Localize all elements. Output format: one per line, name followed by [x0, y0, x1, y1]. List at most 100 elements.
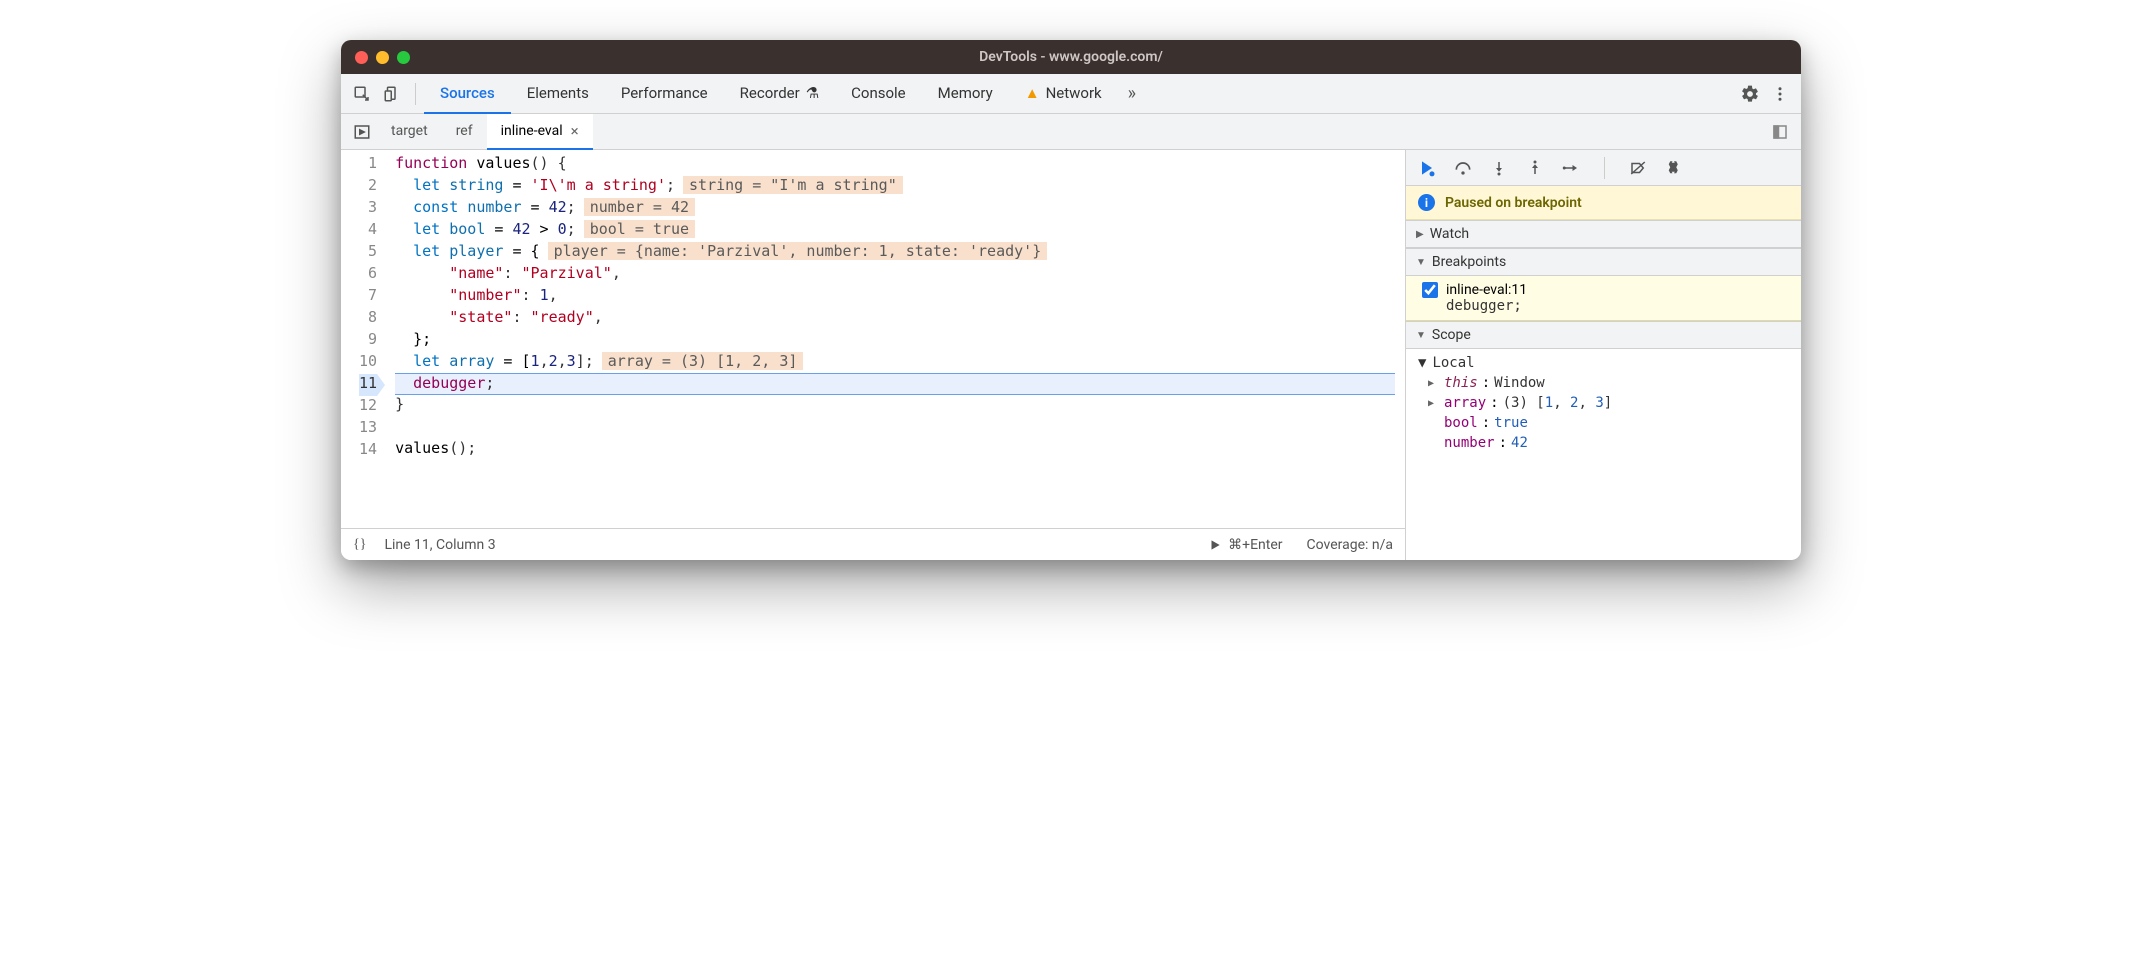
filetab-label: ref: [456, 123, 473, 139]
scope-key: number: [1444, 435, 1495, 451]
code-line[interactable]: const number = 42;number = 42: [395, 198, 1395, 220]
close-icon[interactable]: ×: [571, 122, 579, 140]
line-number[interactable]: 5: [359, 242, 377, 264]
code-line[interactable]: let bool = 42 > 0;bool = true: [395, 220, 1395, 242]
chevron-down-icon: ▼: [1416, 257, 1426, 268]
watch-label: Watch: [1430, 226, 1469, 242]
line-number[interactable]: 6: [359, 264, 377, 286]
code-line[interactable]: }: [395, 395, 1395, 417]
code-line[interactable]: [395, 417, 1395, 439]
step-over-icon[interactable]: [1452, 157, 1474, 179]
code-line[interactable]: let player = {player = {name: 'Parzival'…: [395, 242, 1395, 264]
scope-key: this: [1444, 375, 1478, 391]
info-icon: i: [1418, 194, 1435, 211]
settings-icon[interactable]: [1735, 74, 1765, 114]
local-scope-header[interactable]: ▼ Local: [1418, 353, 1795, 373]
filetab-label: inline-eval: [501, 123, 563, 139]
line-gutter[interactable]: 1234567891011121314: [341, 150, 387, 528]
line-number[interactable]: 7: [359, 286, 377, 308]
debugger-sidebar: i Paused on breakpoint ▶ Watch ▼ Breakpo…: [1406, 150, 1801, 560]
kebab-menu-icon[interactable]: [1765, 74, 1795, 114]
pretty-print-icon[interactable]: {}: [353, 537, 366, 553]
scope-row-number[interactable]: number: 42: [1418, 433, 1795, 453]
code-line[interactable]: "state": "ready",: [395, 308, 1395, 330]
device-toggle-icon[interactable]: [377, 74, 407, 114]
line-number[interactable]: 13: [359, 418, 377, 440]
resume-icon[interactable]: [1416, 157, 1438, 179]
scope-value: Window: [1494, 375, 1545, 391]
tab-recorder[interactable]: Recorder⚗: [724, 74, 836, 114]
more-tabs-icon[interactable]: »: [1118, 83, 1146, 104]
tab-console[interactable]: Console: [835, 74, 922, 114]
breakpoint-item[interactable]: inline-eval:11 debugger;: [1406, 276, 1801, 321]
inline-value: string = "I'm a string": [683, 176, 903, 194]
tab-label: Elements: [527, 84, 589, 102]
line-number[interactable]: 2: [359, 176, 377, 198]
tab-sources[interactable]: Sources: [424, 74, 511, 114]
paused-banner: i Paused on breakpoint: [1406, 186, 1801, 220]
code-line[interactable]: values();: [395, 439, 1395, 461]
breakpoints-label: Breakpoints: [1432, 254, 1506, 270]
devtools-window: DevTools - www.google.com/ SourcesElemen…: [341, 40, 1801, 560]
line-number[interactable]: 10: [359, 352, 377, 374]
deactivate-breakpoints-icon[interactable]: [1627, 157, 1649, 179]
filetab-inline-eval[interactable]: inline-eval ×: [487, 114, 593, 150]
local-label: Local: [1432, 355, 1474, 371]
tab-label: Performance: [621, 84, 708, 102]
code-line[interactable]: };: [395, 330, 1395, 352]
chevron-right-icon: ▶: [1428, 378, 1440, 389]
show-navigator-icon[interactable]: [347, 112, 377, 152]
cursor-position: Line 11, Column 3: [384, 537, 495, 553]
line-number[interactable]: 3: [359, 198, 377, 220]
scope-key: array: [1444, 395, 1486, 411]
scope-row-array[interactable]: ▶ array: (3) [1, 2, 3]: [1418, 393, 1795, 413]
line-number[interactable]: 1: [359, 154, 377, 176]
scope-value: true: [1494, 415, 1528, 431]
line-number[interactable]: 14: [359, 440, 377, 462]
line-number[interactable]: 8: [359, 308, 377, 330]
line-number[interactable]: 11: [359, 374, 377, 396]
tab-network[interactable]: ▲Network: [1009, 74, 1118, 114]
code-editor[interactable]: 1234567891011121314 function values() { …: [341, 150, 1405, 528]
editor-statusbar: {} Line 11, Column 3 ⌘+Enter Coverage: n…: [341, 528, 1405, 560]
code-line[interactable]: "number": 1,: [395, 286, 1395, 308]
scope-row-this[interactable]: ▶ this: Window: [1418, 373, 1795, 393]
step-into-icon[interactable]: [1488, 157, 1510, 179]
code-line[interactable]: debugger;: [395, 373, 1395, 395]
lab-icon: ⚗: [806, 84, 819, 102]
code-line[interactable]: let string = 'I\'m a string';string = "I…: [395, 176, 1395, 198]
scope-panel-header[interactable]: ▼ Scope: [1406, 321, 1801, 349]
line-number[interactable]: 12: [359, 396, 377, 418]
tab-performance[interactable]: Performance: [605, 74, 724, 114]
code-line[interactable]: let array = [1,2,3];array = (3) [1, 2, 3…: [395, 352, 1395, 374]
tab-elements[interactable]: Elements: [511, 74, 605, 114]
scope-row-bool[interactable]: bool: true: [1418, 413, 1795, 433]
breakpoint-snippet: debugger;: [1422, 298, 1791, 314]
watch-panel-header[interactable]: ▶ Watch: [1406, 220, 1801, 248]
tab-label: Console: [851, 84, 906, 102]
tab-memory[interactable]: Memory: [922, 74, 1009, 114]
step-icon[interactable]: [1560, 157, 1582, 179]
maximize-editor-icon[interactable]: [1765, 112, 1795, 152]
filetab-ref[interactable]: ref: [442, 114, 487, 150]
code-content[interactable]: function values() { let string = 'I\'m a…: [387, 150, 1405, 528]
code-line[interactable]: "name": "Parzival",: [395, 264, 1395, 286]
debug-toolbar: [1406, 150, 1801, 186]
scope-body: ▼ Local ▶ this: Window ▶ array: (3) [1, …: [1406, 349, 1801, 459]
filetab-target[interactable]: target: [377, 114, 442, 150]
chevron-down-icon: ▼: [1416, 330, 1426, 341]
run-snippet-button[interactable]: ⌘+Enter: [1208, 537, 1282, 553]
breakpoints-panel-header[interactable]: ▼ Breakpoints: [1406, 248, 1801, 276]
code-line[interactable]: function values() {: [395, 154, 1395, 176]
pause-on-exceptions-icon[interactable]: [1663, 157, 1685, 179]
line-number[interactable]: 4: [359, 220, 377, 242]
chevron-down-icon: ▼: [1418, 355, 1426, 371]
inspect-icon[interactable]: [347, 74, 377, 114]
breakpoint-checkbox[interactable]: [1422, 282, 1438, 298]
step-out-icon[interactable]: [1524, 157, 1546, 179]
inline-value: bool = true: [584, 220, 695, 238]
line-number[interactable]: 9: [359, 330, 377, 352]
coverage-label[interactable]: Coverage: n/a: [1307, 537, 1393, 553]
scope-value: 42: [1511, 435, 1528, 451]
run-hint-label: ⌘+Enter: [1228, 537, 1282, 553]
